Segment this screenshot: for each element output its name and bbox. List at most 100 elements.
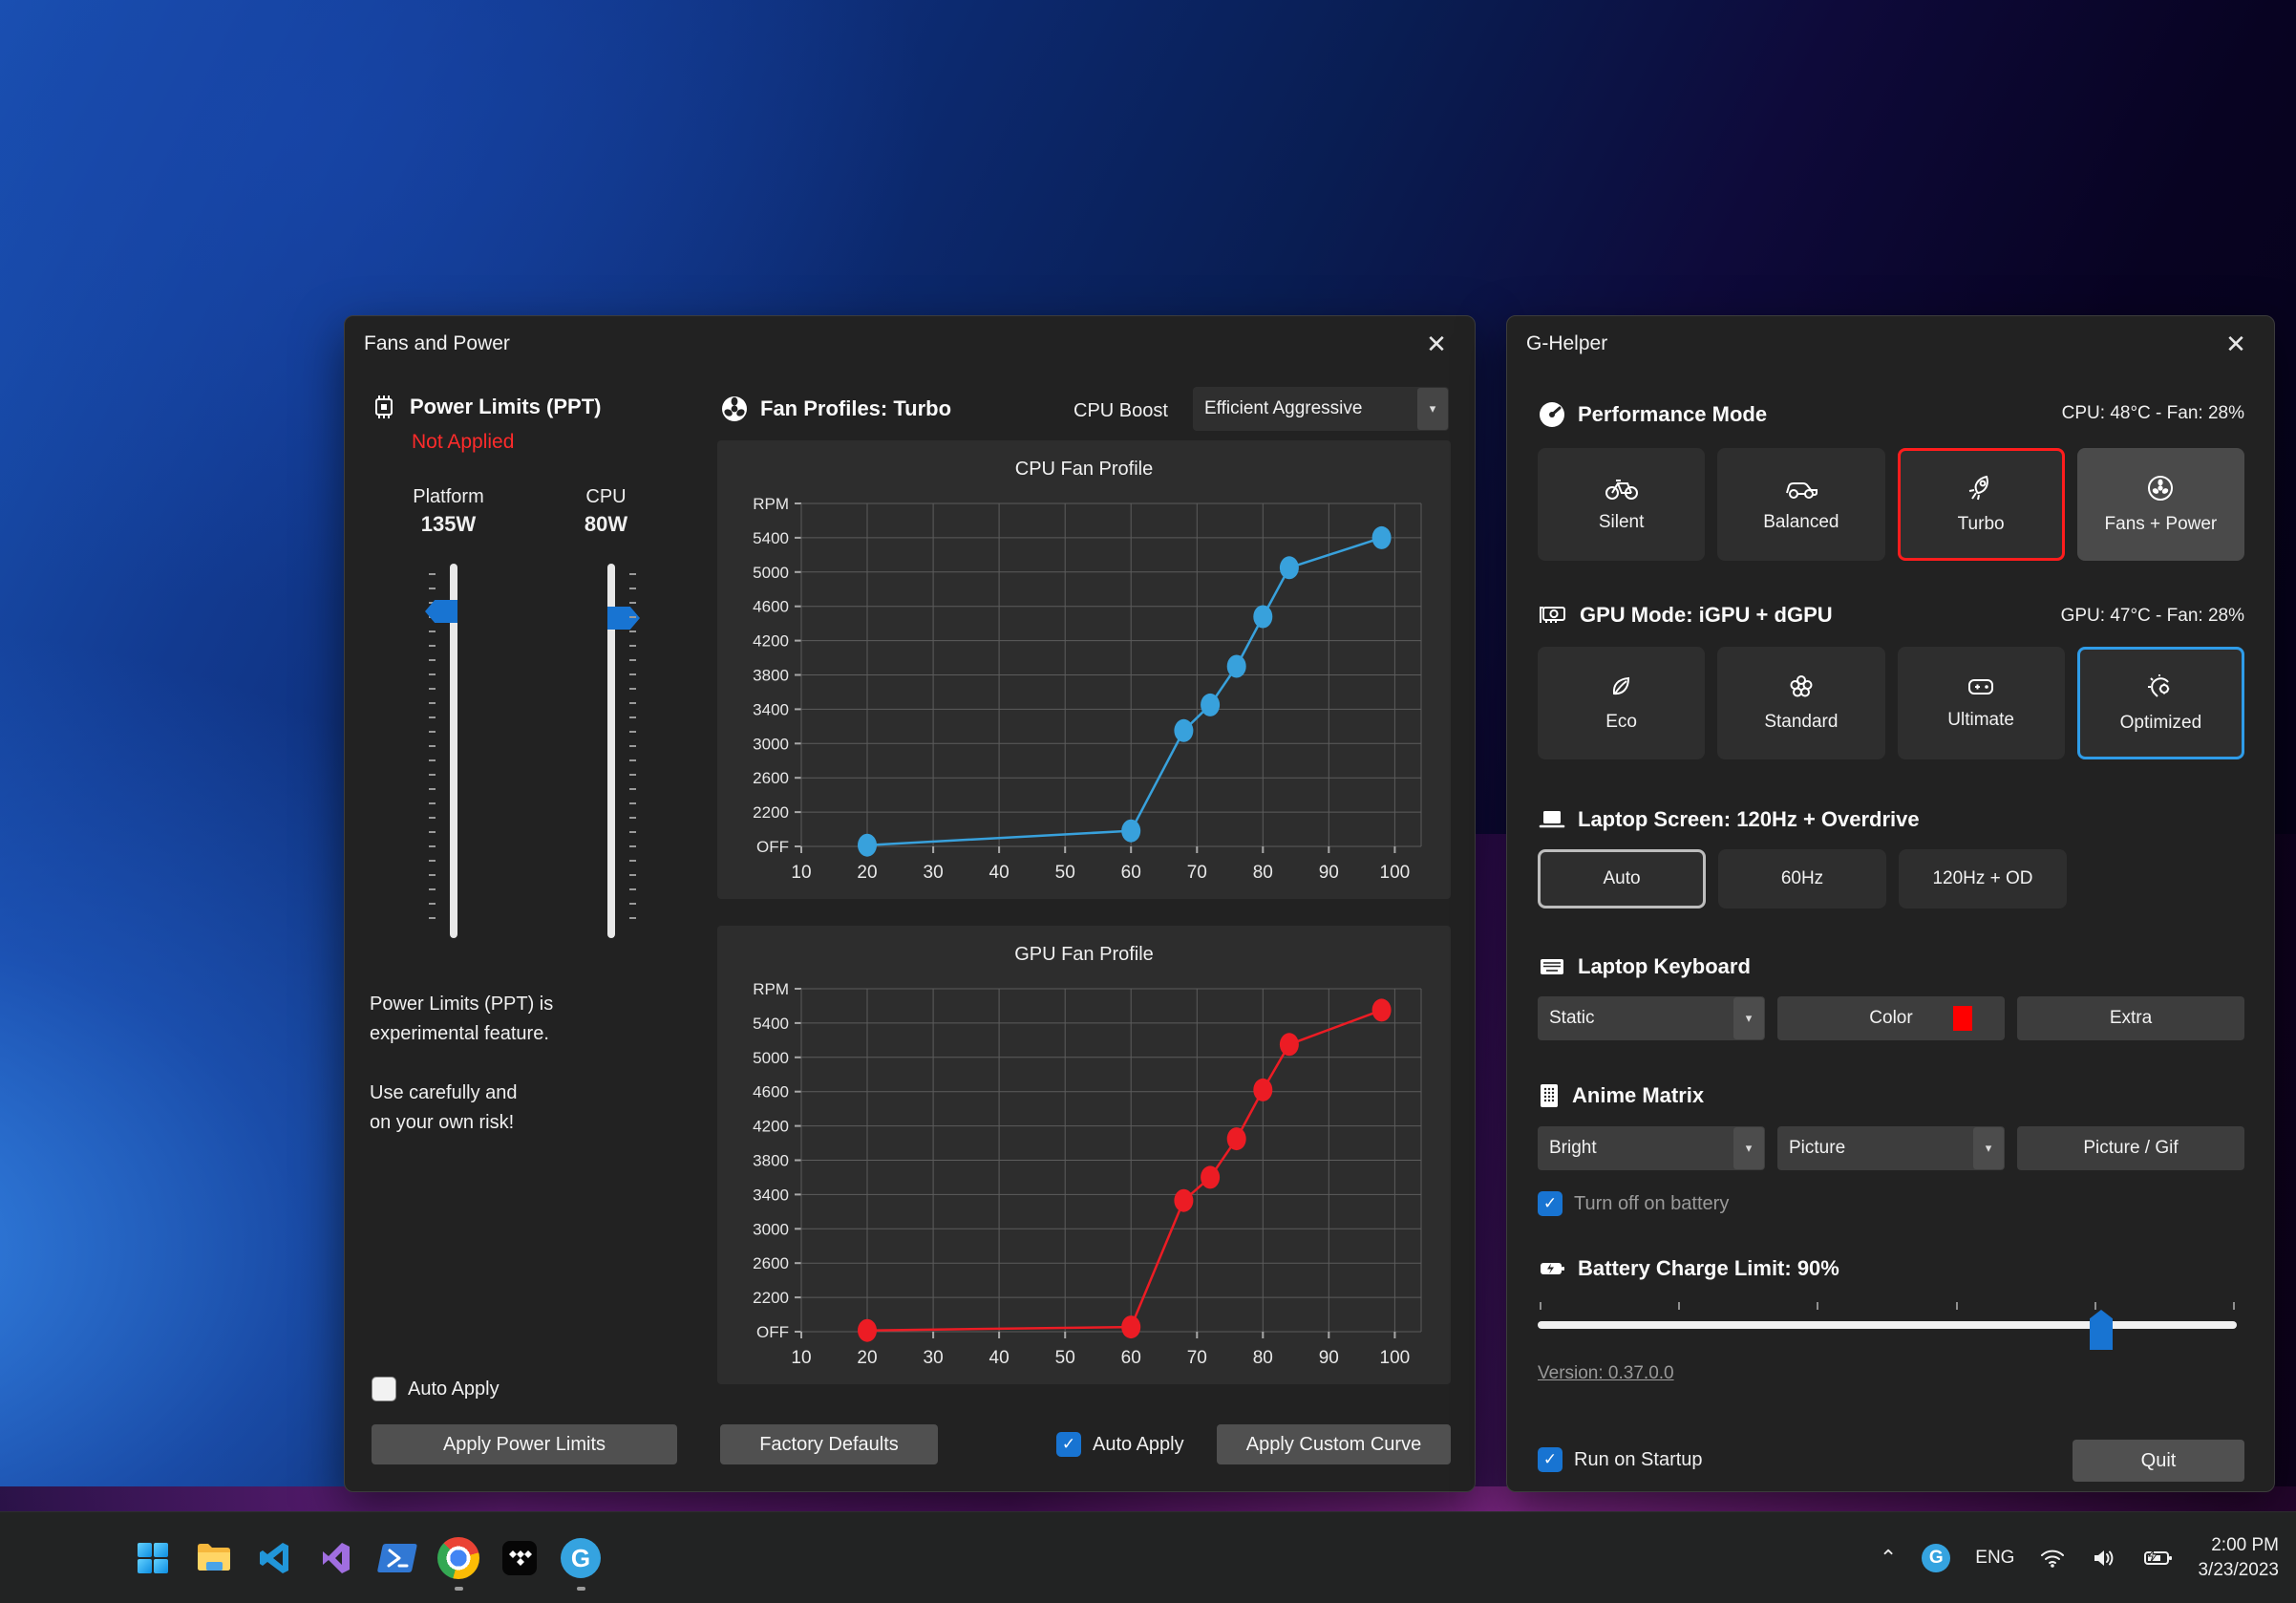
gpu-section: GPU Mode: iGPU + dGPU GPU: 47°C - Fan: 2…: [1538, 603, 2244, 759]
volume-icon[interactable]: [2091, 1547, 2117, 1570]
taskbar-tidal-button[interactable]: [497, 1529, 542, 1587]
taskbar-vscode-button[interactable]: [252, 1529, 298, 1587]
taskbar-ghelper-button[interactable]: G: [558, 1529, 604, 1587]
perf-turbo-button[interactable]: Turbo: [1898, 448, 2065, 561]
svg-text:100: 100: [1380, 863, 1411, 883]
svg-text:OFF: OFF: [756, 838, 789, 856]
battery-tray-icon[interactable]: [2142, 1547, 2173, 1570]
keyboard-extra-button[interactable]: Extra: [2017, 996, 2244, 1040]
taskbar-chrome-button[interactable]: [436, 1529, 481, 1587]
curve-auto-apply[interactable]: ✓ Auto Apply: [1056, 1424, 1184, 1464]
tray-clock[interactable]: 2:00 PM 3/23/2023: [2198, 1533, 2279, 1583]
screen-60hz-button[interactable]: 60Hz: [1718, 849, 1886, 908]
file-explorer-icon: [193, 1539, 235, 1577]
fans-and-power-window: Fans and Power ✕ Power Limits (PPT) Not …: [344, 315, 1476, 1492]
platform-slider[interactable]: [450, 564, 457, 938]
taskbar-explorer-button[interactable]: [191, 1529, 237, 1587]
taskbar-visualstudio-button[interactable]: [313, 1529, 359, 1587]
turn-off-on-battery-label: Turn off on battery: [1574, 1193, 1729, 1215]
performance-title: Performance Mode: [1578, 402, 1767, 427]
chrome-icon: [437, 1537, 479, 1579]
cpu-fan-chart-panel[interactable]: RPM540050004600420038003400300026002200O…: [717, 440, 1451, 899]
cpu-boost-dropdown[interactable]: Efficient Aggressive ▾: [1193, 387, 1449, 431]
quit-button[interactable]: Quit: [2073, 1440, 2244, 1482]
version-link[interactable]: Version: 0.37.0.0: [1538, 1363, 1674, 1383]
fans-close-button[interactable]: ✕: [1412, 324, 1461, 364]
ghelper-titlebar[interactable]: G-Helper ✕: [1507, 316, 2274, 372]
svg-text:70: 70: [1187, 1348, 1207, 1368]
svg-text:RPM: RPM: [753, 495, 789, 513]
fans-titlebar[interactable]: Fans and Power ✕: [345, 316, 1475, 372]
power-auto-apply[interactable]: Auto Apply: [372, 1377, 500, 1401]
dropdown-arrow-icon[interactable]: ▾: [1417, 388, 1448, 430]
svg-text:80: 80: [1253, 863, 1273, 883]
run-on-startup-toggle[interactable]: ✓ Run on Startup: [1538, 1447, 1703, 1472]
matrix-brightness-dropdown[interactable]: Bright ▾: [1538, 1126, 1765, 1170]
platform-value: 135W: [370, 512, 527, 537]
matrix-source-dropdown[interactable]: Picture ▾: [1777, 1126, 2005, 1170]
perf-fans-power-button[interactable]: Fans + Power: [2077, 448, 2244, 561]
anime-matrix-icon: [1538, 1082, 1561, 1109]
fans-window-title: Fans and Power: [364, 332, 510, 355]
visual-studio-icon: [317, 1539, 355, 1577]
wifi-icon[interactable]: [2039, 1547, 2066, 1570]
taskbar-powershell-button[interactable]: [374, 1529, 420, 1587]
keyboard-icon: [1538, 956, 1566, 977]
keyboard-mode-dropdown[interactable]: Static ▾: [1538, 996, 1765, 1040]
keyboard-color-button[interactable]: Color: [1777, 996, 2005, 1040]
cpu-boost-value: Efficient Aggressive: [1193, 387, 1416, 431]
run-on-startup-checkbox[interactable]: ✓: [1538, 1447, 1563, 1472]
svg-text:5400: 5400: [753, 529, 789, 547]
svg-text:10: 10: [791, 863, 811, 883]
svg-text:100: 100: [1380, 1348, 1411, 1368]
perf-silent-button[interactable]: Silent: [1538, 448, 1705, 561]
matrix-header: Anime Matrix: [1538, 1082, 2244, 1109]
battery-slider-track[interactable]: [1538, 1321, 2237, 1329]
cpu-slider[interactable]: [607, 564, 615, 938]
apply-custom-curve-button[interactable]: Apply Custom Curve: [1217, 1424, 1451, 1464]
gpu-ultimate-button[interactable]: Ultimate: [1898, 647, 2065, 759]
dropdown-arrow-icon[interactable]: ▾: [1733, 1127, 1764, 1169]
tidal-icon: [500, 1538, 540, 1578]
ghelper-close-button[interactable]: ✕: [2211, 324, 2261, 364]
taskbar-start-button[interactable]: [130, 1529, 176, 1587]
gpu-eco-button[interactable]: Eco: [1538, 647, 1705, 759]
dropdown-arrow-icon[interactable]: ▾: [1733, 997, 1764, 1039]
matrix-battery-toggle[interactable]: ✓ Turn off on battery: [1538, 1191, 2244, 1216]
gpu-temp-status: GPU: 47°C - Fan: 28%: [2061, 606, 2244, 627]
gpu-standard-button[interactable]: Standard: [1717, 647, 1884, 759]
perf-balanced-button[interactable]: Balanced: [1717, 448, 1884, 561]
svg-text:90: 90: [1319, 863, 1339, 883]
svg-text:50: 50: [1055, 1348, 1075, 1368]
power-sliders: [370, 564, 704, 955]
gpu-fan-chart[interactable]: RPM540050004600420038003400300026002200O…: [717, 926, 1451, 1384]
gpu-fan-chart-panel[interactable]: RPM540050004600420038003400300026002200O…: [717, 926, 1451, 1384]
apply-power-limits-button[interactable]: Apply Power Limits: [372, 1424, 677, 1464]
curve-auto-apply-checkbox[interactable]: ✓: [1056, 1432, 1081, 1457]
tray-ghelper-icon[interactable]: G: [1922, 1544, 1950, 1572]
battery-slider-thumb[interactable]: [2090, 1310, 2113, 1350]
battery-slider-ticks: [1540, 1302, 2235, 1310]
screen-auto-button[interactable]: Auto: [1538, 849, 1706, 908]
keyboard-section: Laptop Keyboard Static ▾ Color Extra: [1538, 954, 2244, 1040]
screen-120hz-button[interactable]: 120Hz + OD: [1899, 849, 2067, 908]
power-auto-apply-checkbox[interactable]: [372, 1377, 396, 1401]
dropdown-arrow-icon[interactable]: ▾: [1973, 1127, 2004, 1169]
svg-text:30: 30: [924, 863, 944, 883]
svg-text:CPU Fan Profile: CPU Fan Profile: [1015, 459, 1154, 480]
svg-text:3800: 3800: [753, 1152, 789, 1170]
smart-bulb-icon: [2146, 673, 2175, 701]
cpu-fan-chart[interactable]: RPM540050004600420038003400300026002200O…: [717, 440, 1451, 899]
keyboard-mode-value: Static: [1538, 996, 1733, 1040]
factory-defaults-button[interactable]: Factory Defaults: [720, 1424, 938, 1464]
turn-off-on-battery-checkbox[interactable]: ✓: [1538, 1191, 1563, 1216]
gpu-optimized-button[interactable]: Optimized: [2077, 647, 2244, 759]
tray-chevron-up-icon[interactable]: ⌃: [1880, 1546, 1897, 1571]
svg-text:90: 90: [1319, 1348, 1339, 1368]
tray-language[interactable]: ENG: [1975, 1548, 2014, 1569]
battery-slider[interactable]: [1538, 1289, 2244, 1346]
ghelper-running-indicator: [577, 1587, 585, 1591]
gamepad-icon: [1966, 675, 1996, 698]
flower-icon: [1788, 673, 1815, 700]
matrix-picture-gif-button[interactable]: Picture / Gif: [2017, 1126, 2244, 1170]
